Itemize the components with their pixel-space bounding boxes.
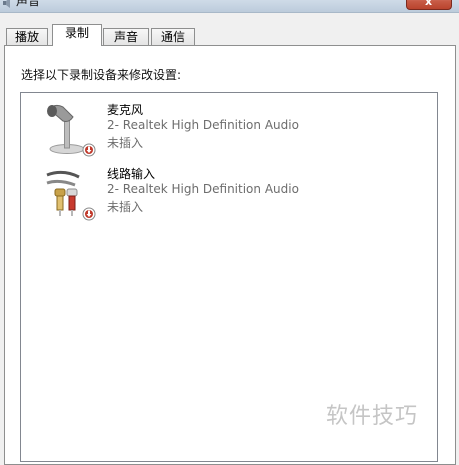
device-status: 未插入 bbox=[107, 200, 144, 214]
close-icon: x bbox=[425, 0, 433, 8]
device-name: 线路输入 bbox=[107, 167, 156, 181]
line-in-icon bbox=[46, 170, 96, 221]
device-driver: 2- Realtek High Definition Audio bbox=[107, 118, 299, 132]
microphone-icon bbox=[47, 104, 96, 157]
device-name: 麦克风 bbox=[107, 103, 144, 117]
instruction-text: 选择以下录制设备来修改设置: bbox=[21, 68, 182, 82]
window-title: 声音 bbox=[16, 0, 41, 8]
title-bar: 声音 x bbox=[0, 0, 459, 13]
list-item[interactable]: 线路输入 2- Realtek High Definition Audio 未插… bbox=[43, 165, 443, 221]
close-button[interactable]: x bbox=[406, 0, 452, 10]
tab-playback[interactable]: 播放 bbox=[6, 28, 48, 46]
device-status: 未插入 bbox=[107, 136, 144, 150]
device-driver: 2- Realtek High Definition Audio bbox=[107, 182, 299, 196]
tab-communications[interactable]: 通信 bbox=[151, 28, 195, 46]
watermark-text: 软件技巧 bbox=[326, 404, 419, 429]
tab-recording[interactable]: 录制 bbox=[52, 24, 102, 46]
list-item[interactable]: 麦克风 2- Realtek High Definition Audio 未插入 bbox=[43, 101, 443, 157]
tab-sounds[interactable]: 声音 bbox=[103, 28, 149, 46]
speaker-icon bbox=[3, 0, 10, 8]
